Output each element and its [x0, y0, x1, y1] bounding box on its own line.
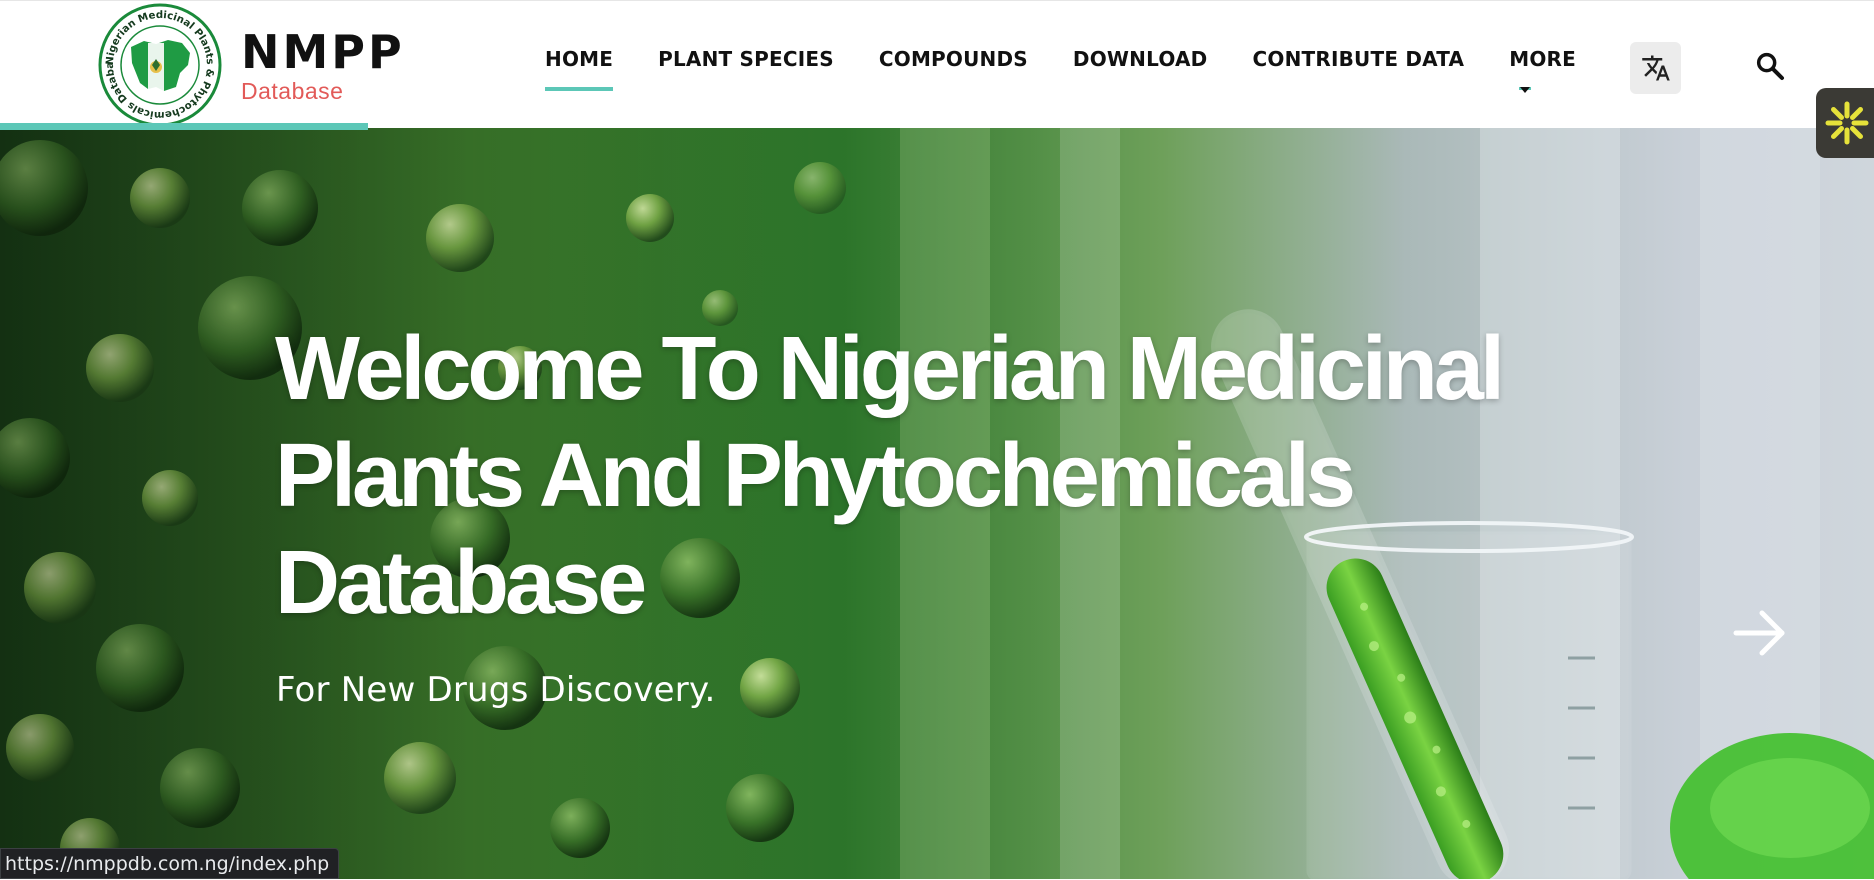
search-icon [1756, 52, 1784, 80]
nav-download[interactable]: DOWNLOAD [1073, 47, 1208, 71]
assistant-widget-button[interactable] [1816, 88, 1874, 158]
hero-title: Welcome To Nigerian Medicinal Plants And… [275, 319, 1505, 633]
brand-subtitle: Database [241, 78, 344, 104]
nav-compounds[interactable]: COMPOUNDS [879, 47, 1028, 71]
site-header: Nigerian Medicinal Plants & Phytochemica… [0, 0, 1874, 130]
brand-name: NMPP [241, 25, 405, 79]
header-accent-bar [0, 123, 368, 130]
home-logo-link[interactable]: Nigerian Medicinal Plants & Phytochemica… [98, 3, 405, 127]
sparkle-icon [1825, 101, 1869, 145]
search-button[interactable] [1753, 49, 1787, 83]
status-bar-url: https://nmppdb.com.ng/index.php [0, 848, 340, 879]
hero-subtitle: For New Drugs Discovery. [276, 670, 716, 710]
hero-slider: Welcome To Nigerian Medicinal Plants And… [0, 128, 1874, 879]
main-nav: HOME PLANT SPECIES COMPOUNDS DOWNLOAD CO… [545, 47, 1621, 93]
arrow-right-icon[interactable] [1730, 604, 1788, 662]
nav-contribute-data[interactable]: CONTRIBUTE DATA [1252, 47, 1464, 71]
nav-more-dropdown[interactable]: MORE [1509, 47, 1576, 93]
translate-icon [1641, 55, 1670, 81]
brand-block: NMPP Database [241, 29, 405, 103]
translate-button[interactable] [1630, 42, 1681, 94]
nmpp-seal-logo: Nigerian Medicinal Plants & Phytochemica… [98, 3, 222, 127]
nav-plant-species[interactable]: PLANT SPECIES [658, 47, 834, 71]
nav-home[interactable]: HOME [545, 47, 614, 91]
